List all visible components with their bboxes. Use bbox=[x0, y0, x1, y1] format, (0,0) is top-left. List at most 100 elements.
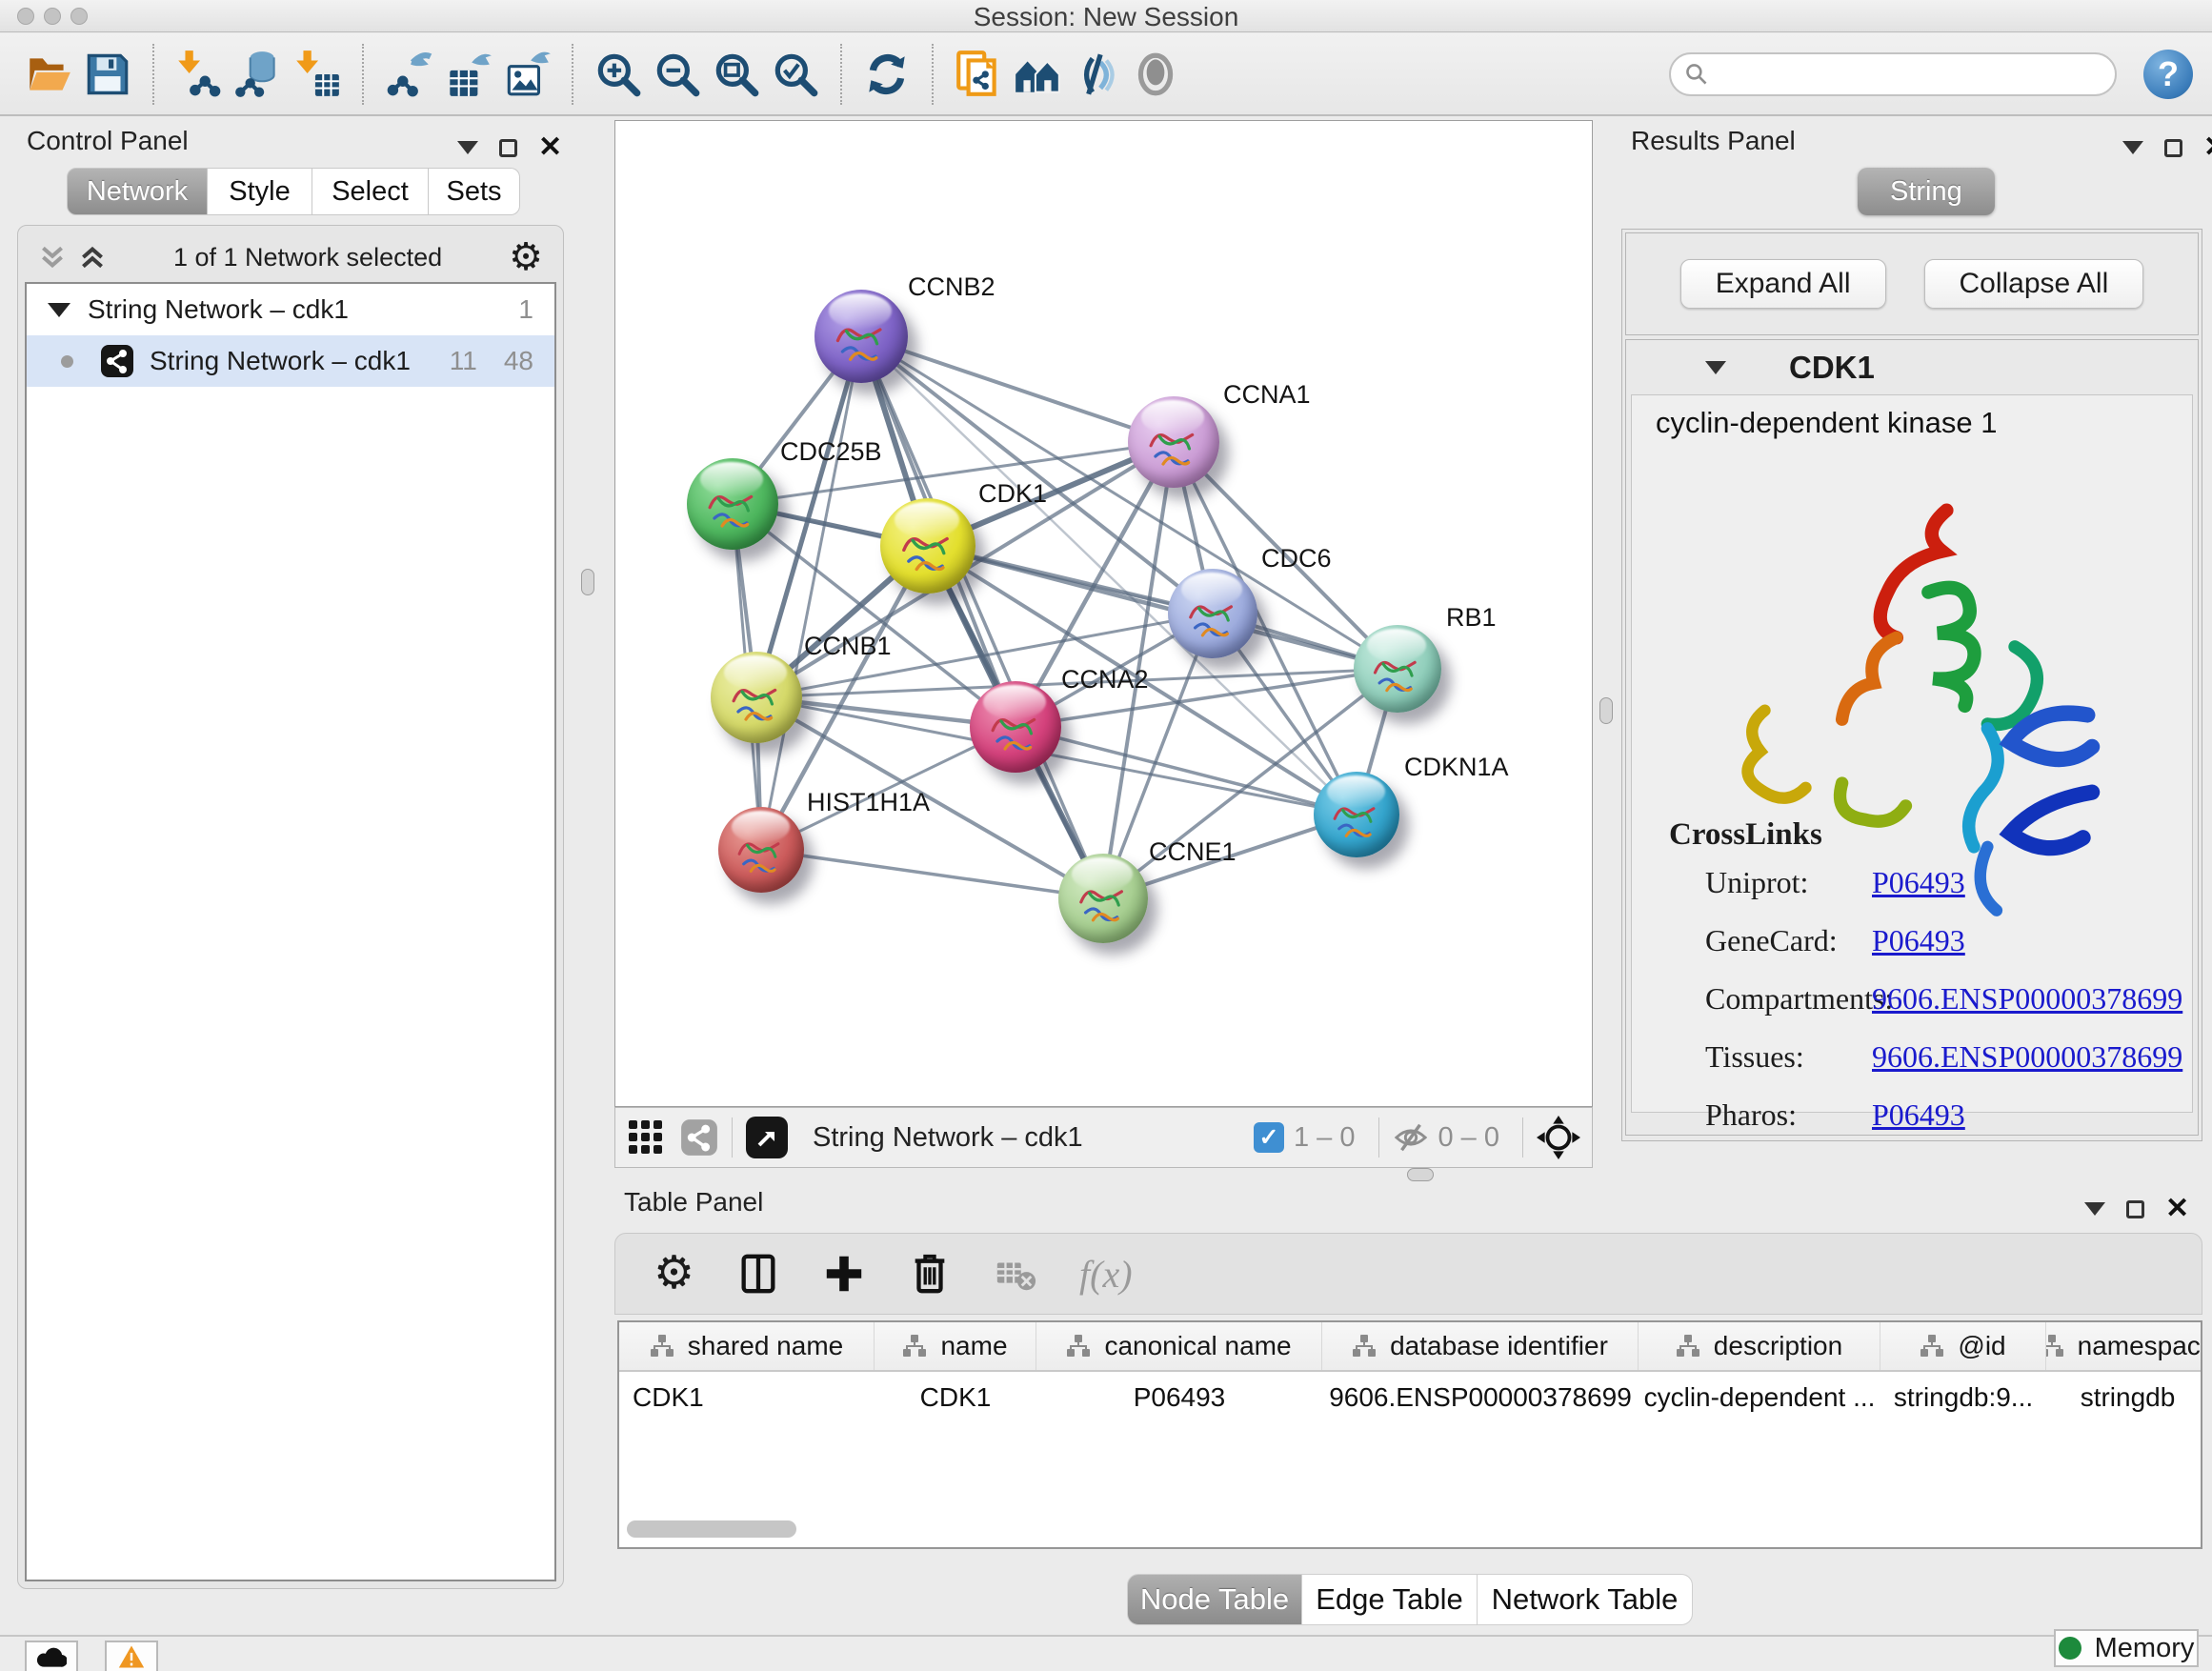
export-table-icon[interactable] bbox=[438, 45, 497, 104]
panel-float-icon[interactable] bbox=[2126, 1200, 2144, 1218]
fit-selection-crosshair-icon[interactable] bbox=[1537, 1116, 1580, 1159]
import-database-icon[interactable] bbox=[229, 45, 288, 104]
network-node-cdc25b[interactable] bbox=[687, 458, 778, 550]
table-horizontal-scrollbar[interactable] bbox=[627, 1520, 796, 1538]
table-cell[interactable]: stringdb bbox=[2046, 1382, 2202, 1413]
horizontal-splitter-handle[interactable] bbox=[1407, 1168, 1434, 1181]
memory-button[interactable]: Memory bbox=[2054, 1629, 2199, 1667]
column-header-database-identifier[interactable]: database identifier bbox=[1322, 1322, 1639, 1370]
expand-all-icon[interactable] bbox=[78, 246, 107, 269]
zoom-out-icon[interactable] bbox=[648, 45, 707, 104]
collapse-all-icon[interactable] bbox=[38, 246, 67, 269]
delete-column-icon[interactable] bbox=[908, 1252, 952, 1296]
network-node-ccnb2[interactable] bbox=[814, 290, 908, 383]
table-cell[interactable]: CDK1 bbox=[875, 1382, 1036, 1413]
network-node-cdc6[interactable] bbox=[1168, 569, 1257, 658]
network-view-canvas[interactable]: CCNB2CCNA1CDC25BCDK1CDC6RB1CCNB1CCNA2CDK… bbox=[614, 120, 1593, 1107]
warnings-button[interactable] bbox=[105, 1641, 158, 1671]
birds-eye-view-icon[interactable] bbox=[1126, 45, 1185, 104]
panel-float-icon[interactable] bbox=[2164, 139, 2182, 157]
export-network-icon[interactable] bbox=[379, 45, 438, 104]
column-visibility-icon[interactable] bbox=[736, 1252, 780, 1296]
left-splitter-handle[interactable] bbox=[581, 569, 594, 595]
column-header-name[interactable]: name bbox=[875, 1322, 1036, 1370]
network-node-ccna2[interactable] bbox=[970, 681, 1061, 773]
export-image-icon[interactable] bbox=[497, 45, 556, 104]
import-table-icon[interactable] bbox=[288, 45, 347, 104]
crosslink-link[interactable]: P06493 bbox=[1872, 1097, 1965, 1133]
right-splitter-handle[interactable] bbox=[1599, 697, 1613, 724]
grid-view-icon[interactable] bbox=[627, 1118, 665, 1157]
panel-menu-icon[interactable] bbox=[2122, 141, 2143, 154]
crosslink-link[interactable]: 9606.ENSP00000378699 bbox=[1872, 981, 2182, 1017]
column-header-description[interactable]: description bbox=[1639, 1322, 1880, 1370]
tab-string[interactable]: String bbox=[1858, 168, 1995, 215]
cloud-status-button[interactable] bbox=[25, 1641, 78, 1671]
function-builder-icon[interactable]: f(x) bbox=[1079, 1252, 1133, 1297]
collapse-all-button[interactable]: Collapse All bbox=[1924, 259, 2144, 309]
expand-all-button[interactable]: Expand All bbox=[1680, 259, 1886, 309]
add-column-icon[interactable] bbox=[822, 1252, 866, 1296]
tab-node-table[interactable]: Node Table bbox=[1127, 1574, 1302, 1625]
tab-network-table[interactable]: Network Table bbox=[1478, 1574, 1693, 1625]
table-cell[interactable]: P06493 bbox=[1036, 1382, 1322, 1413]
refresh-icon[interactable] bbox=[857, 45, 916, 104]
string-tab-label: String bbox=[1890, 176, 1962, 208]
panel-close-icon[interactable]: ✕ bbox=[2165, 1195, 2189, 1223]
network-view-icon[interactable] bbox=[680, 1118, 718, 1157]
selected-nodes-checkbox-icon[interactable]: ✓ bbox=[1254, 1122, 1284, 1153]
help-icon[interactable]: ? bbox=[2143, 50, 2193, 99]
open-session-icon[interactable] bbox=[19, 45, 78, 104]
zoom-fit-icon[interactable] bbox=[707, 45, 766, 104]
column-header-canonical-name[interactable]: canonical name bbox=[1036, 1322, 1322, 1370]
import-network-icon[interactable] bbox=[170, 45, 229, 104]
tab-sets[interactable]: Sets bbox=[429, 168, 520, 215]
network-node-hist1h1a[interactable] bbox=[718, 807, 804, 893]
panel-float-icon[interactable] bbox=[499, 139, 517, 157]
panel-menu-icon[interactable] bbox=[2084, 1202, 2105, 1216]
panel-menu-icon[interactable] bbox=[457, 141, 478, 154]
network-options-gear-icon[interactable]: ⚙ bbox=[509, 238, 543, 276]
network-home-icon[interactable] bbox=[1008, 45, 1067, 104]
table-cell[interactable]: stringdb:9... bbox=[1880, 1382, 2046, 1413]
clear-table-icon[interactable] bbox=[994, 1252, 1037, 1296]
collection-expander-icon[interactable] bbox=[48, 303, 70, 317]
network-node-ccne1[interactable] bbox=[1058, 854, 1148, 943]
search-input[interactable] bbox=[1709, 58, 2101, 90]
network-node-rb1[interactable] bbox=[1354, 625, 1441, 713]
duplicate-network-icon[interactable] bbox=[949, 45, 1008, 104]
search-field[interactable] bbox=[1669, 52, 2117, 96]
panel-close-icon[interactable]: ✕ bbox=[2203, 133, 2212, 162]
application-window: Session: New Session bbox=[0, 0, 2212, 1671]
tab-edge-table[interactable]: Edge Table bbox=[1302, 1574, 1478, 1625]
hide-graphics-details-icon[interactable] bbox=[1067, 45, 1126, 104]
zoom-selected-icon[interactable] bbox=[766, 45, 825, 104]
column-header-@id[interactable]: @id bbox=[1880, 1322, 2046, 1370]
table-cell[interactable]: cyclin-dependent ... bbox=[1639, 1382, 1880, 1413]
crosslink-link[interactable]: P06493 bbox=[1872, 865, 1965, 900]
crosslink-link[interactable]: 9606.ENSP00000378699 bbox=[1872, 1039, 2182, 1075]
table-options-gear-icon[interactable]: ⚙ bbox=[654, 1251, 694, 1297]
zoom-in-icon[interactable] bbox=[589, 45, 648, 104]
tab-style[interactable]: Style bbox=[208, 168, 312, 215]
network-collection-row[interactable]: String Network – cdk1 1 bbox=[27, 284, 554, 335]
network-list-header: 1 of 1 Network selected ⚙ bbox=[25, 232, 556, 282]
table-row[interactable]: CDK1CDK1P064939606.ENSP00000378699cyclin… bbox=[619, 1372, 2201, 1423]
gene-section-header[interactable]: CDK1 bbox=[1625, 341, 2199, 394]
gene-expander-icon[interactable] bbox=[1705, 361, 1726, 374]
network-node-cdk1[interactable] bbox=[880, 498, 975, 594]
network-node-ccna1[interactable] bbox=[1128, 396, 1219, 488]
network-node-cdkn1a[interactable] bbox=[1314, 772, 1399, 857]
detach-view-icon[interactable] bbox=[746, 1117, 788, 1158]
save-session-icon[interactable] bbox=[78, 45, 137, 104]
column-header-namespace[interactable]: namespace bbox=[2046, 1322, 2202, 1370]
panel-close-icon[interactable]: ✕ bbox=[538, 133, 562, 162]
network-row[interactable]: String Network – cdk1 11 48 bbox=[27, 335, 554, 387]
column-header-shared-name[interactable]: shared name bbox=[619, 1322, 875, 1370]
tab-network[interactable]: Network bbox=[67, 168, 208, 215]
table-cell[interactable]: 9606.ENSP00000378699 bbox=[1322, 1382, 1639, 1413]
table-cell[interactable]: CDK1 bbox=[619, 1382, 875, 1413]
network-node-ccnb1[interactable] bbox=[711, 652, 802, 743]
crosslink-link[interactable]: P06493 bbox=[1872, 923, 1965, 958]
tab-select[interactable]: Select bbox=[312, 168, 429, 215]
